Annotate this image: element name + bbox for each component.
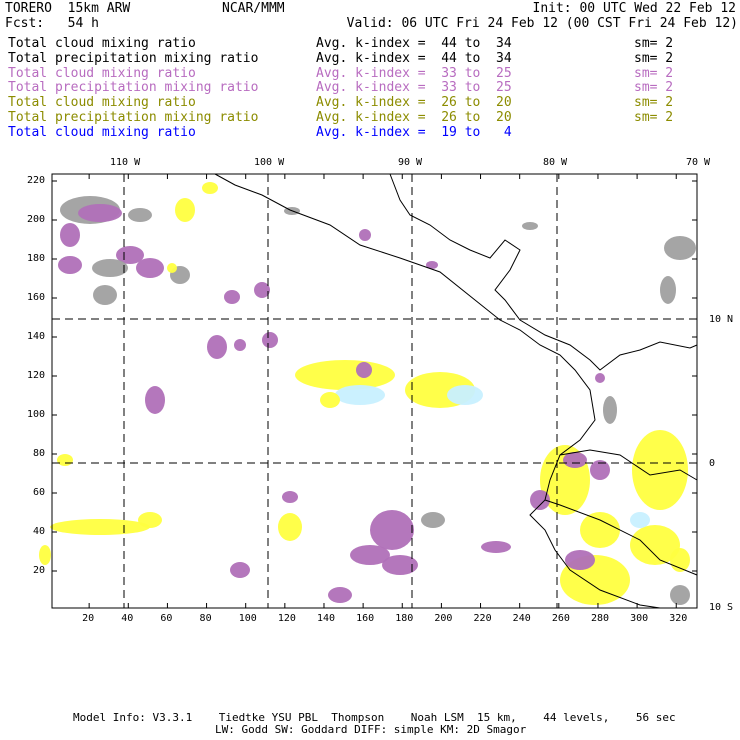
precip-blob	[595, 373, 605, 383]
x-tick-label: 220	[473, 613, 492, 624]
precip-blob	[138, 512, 162, 528]
precip-blob	[664, 236, 696, 260]
precip-blob	[224, 290, 240, 304]
x-tick-label: 40	[121, 613, 134, 624]
precip-blob	[565, 550, 595, 570]
precip-blob	[328, 587, 352, 603]
x-tick-label: 280	[590, 613, 610, 624]
precip-blob	[167, 263, 177, 273]
y-tick-label: 140	[26, 331, 45, 342]
precip-blob	[78, 204, 122, 222]
map-plot	[39, 173, 698, 609]
precip-blob	[320, 392, 340, 408]
y-tick-label: 220	[26, 175, 45, 186]
y-tick-label: 80	[32, 448, 45, 459]
footer-physics: LW: Godd SW: Goddard DIFF: simple KM: 2D…	[215, 723, 527, 736]
precip-blob	[58, 256, 82, 274]
precip-blob	[145, 386, 165, 414]
x-tick-label: 80	[199, 613, 212, 624]
lat-label: 0	[709, 458, 716, 469]
precip-blob	[630, 512, 650, 528]
x-tick-label: 260	[551, 613, 570, 624]
lat-label: 10 N	[709, 314, 734, 325]
x-tick-label: 60	[160, 613, 173, 624]
x-tick-label: 300	[630, 613, 649, 624]
lon-label: 80 W	[543, 157, 568, 168]
precip-blob	[39, 545, 51, 565]
precip-blob	[128, 208, 152, 222]
y-tick-label: 20	[32, 565, 45, 576]
precip-blob	[295, 360, 395, 390]
coastline	[389, 173, 698, 371]
precip-blob	[603, 396, 617, 424]
precip-blob	[50, 519, 150, 535]
x-tick-label: 120	[277, 613, 296, 624]
precip-blob	[670, 585, 690, 605]
y-tick-label: 100	[26, 409, 45, 420]
y-tick-label: 160	[26, 292, 45, 303]
precip-blob	[60, 223, 80, 247]
x-tick-label: 20	[82, 613, 95, 624]
precip-blob	[335, 385, 385, 405]
precip-blob	[421, 512, 445, 528]
y-tick-label: 60	[32, 487, 45, 498]
x-tick-label: 180	[395, 613, 414, 624]
precip-blob	[282, 491, 298, 503]
precip-blob	[92, 259, 128, 277]
precip-blob	[356, 362, 372, 378]
precip-blob	[580, 512, 620, 548]
x-tick-label: 240	[512, 613, 531, 624]
precip-blob	[175, 198, 195, 222]
precip-blob	[660, 276, 676, 304]
precip-blob	[278, 513, 302, 541]
precip-blob	[447, 385, 483, 405]
precip-blob	[350, 545, 390, 565]
precip-blob	[522, 222, 538, 230]
precip-blob	[93, 285, 117, 305]
precip-blob	[57, 454, 73, 466]
x-tick-label: 100	[238, 613, 257, 624]
x-tick-label: 160	[356, 613, 375, 624]
lon-label: 70 W	[686, 157, 711, 168]
x-tick-label: 200	[434, 613, 453, 624]
x-tick-label: 320	[669, 613, 688, 624]
y-tick-label: 40	[32, 526, 45, 537]
y-tick-label: 200	[26, 214, 45, 225]
lon-label: 90 W	[398, 157, 423, 168]
precip-blob	[481, 541, 511, 553]
forecast-map-page: TORERO 15km ARW NCAR/MMM Init: 00 UTC We…	[0, 0, 740, 740]
precip-blob	[262, 332, 278, 348]
precip-blob	[230, 562, 250, 578]
precip-blob	[136, 258, 164, 278]
y-tick-label: 120	[26, 370, 45, 381]
precip-blob	[234, 339, 246, 351]
precip-blob	[202, 182, 218, 194]
x-tick-label: 140	[316, 613, 336, 624]
precip-blob	[370, 510, 414, 550]
lat-label: 10 S	[709, 602, 734, 613]
lon-label: 110 W	[110, 157, 141, 168]
lon-label: 100 W	[254, 157, 285, 168]
y-tick-label: 180	[26, 253, 45, 264]
precip-blob	[207, 335, 227, 359]
precip-blob	[359, 229, 371, 241]
